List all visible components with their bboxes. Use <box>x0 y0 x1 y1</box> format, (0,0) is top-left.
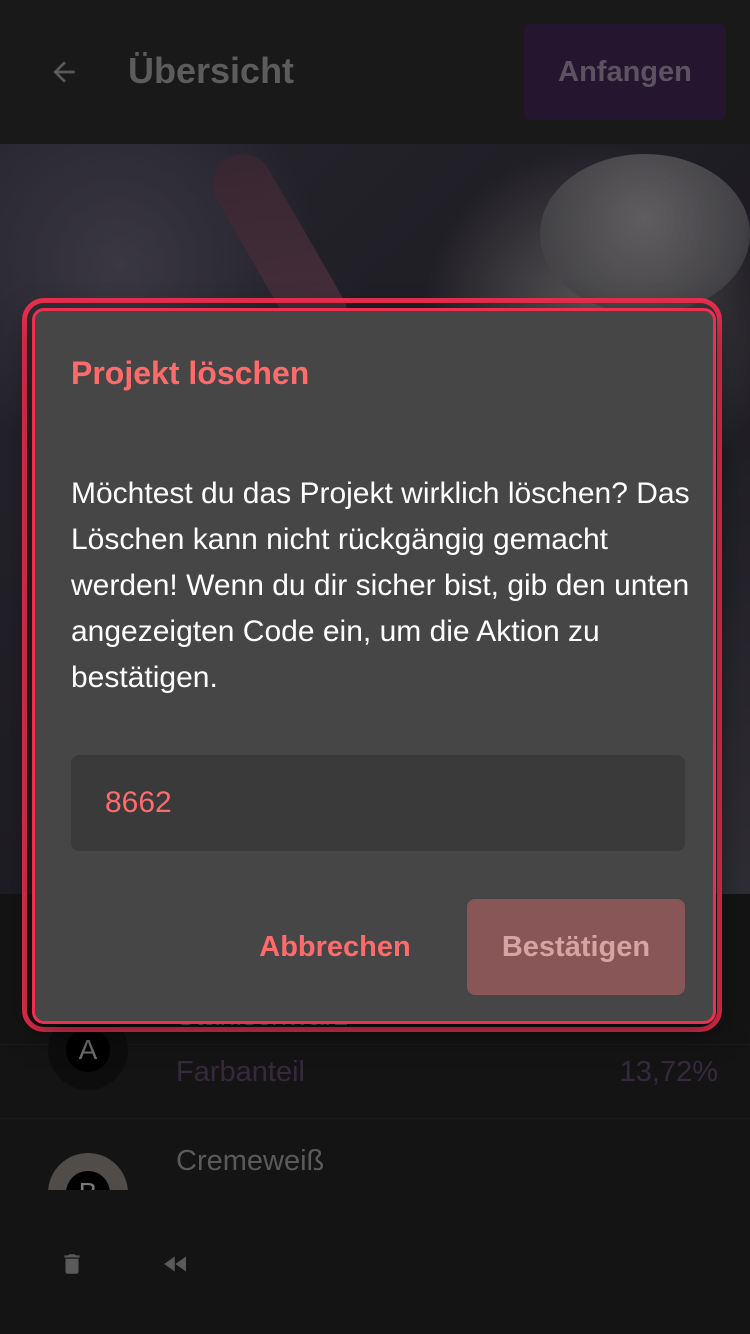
cancel-button[interactable]: Abbrechen <box>245 899 425 995</box>
confirm-button[interactable]: Bestätigen <box>467 899 685 995</box>
dialog-title: Projekt löschen <box>71 355 310 391</box>
delete-project-dialog: Projekt löschen Möchtest du das Projekt … <box>32 308 716 1024</box>
dialog-message: Möchtest du das Projekt wirklich löschen… <box>71 477 690 694</box>
code-field[interactable] <box>71 755 685 851</box>
code-input[interactable] <box>103 785 653 821</box>
